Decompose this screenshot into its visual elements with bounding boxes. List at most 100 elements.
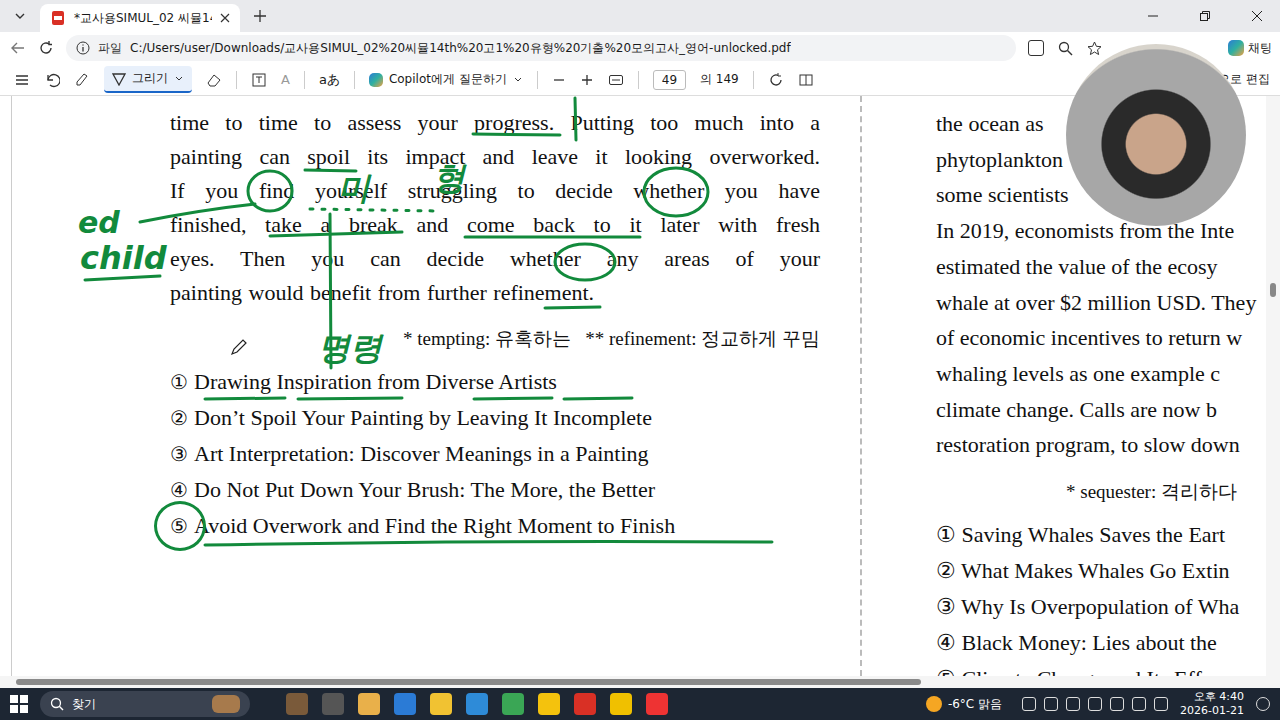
tray-icon[interactable] — [1154, 697, 1168, 711]
passage-line: In 2019, economists from the Inte — [936, 213, 1266, 249]
tray-icon[interactable] — [1132, 697, 1146, 711]
taskbar-app-icon[interactable] — [322, 693, 344, 715]
notification-icon[interactable] — [1256, 697, 1270, 711]
clock[interactable]: 오후 4:402026-01-21 — [1180, 690, 1244, 718]
option-text: Don’t Spoil Your Painting by Leaving It … — [194, 400, 652, 436]
taskbar-app-icon[interactable] — [610, 693, 632, 715]
back-arrow-icon[interactable] — [10, 40, 26, 56]
refresh-icon[interactable] — [38, 40, 54, 56]
weather-widget[interactable]: -6°C 맑음 — [926, 696, 1002, 713]
taskbar-app-icon[interactable] — [286, 693, 308, 715]
answer-option[interactable]: ③Art Interpretation: Discover Meanings i… — [170, 436, 860, 472]
browser-tab[interactable]: *교사용SIMUL_02 씨뮬14th 고1 유 — [40, 4, 240, 32]
passage-line: If you find yourself struggling to decid… — [170, 174, 820, 208]
toolbar-separator — [638, 71, 639, 89]
highlighter-icon[interactable] — [74, 72, 90, 88]
toolbar-separator — [236, 71, 237, 89]
taskbar-apps — [286, 693, 668, 715]
copilot-icon — [1228, 40, 1244, 56]
zoom-icon[interactable] — [1058, 41, 1073, 56]
contents-list-icon[interactable] — [14, 72, 30, 88]
read-mode-icon[interactable] — [1028, 40, 1044, 56]
scrollbar-thumb[interactable] — [16, 679, 921, 685]
text-tool[interactable]: A — [281, 72, 290, 87]
page-view-icon[interactable] — [798, 72, 814, 88]
restore-icon — [1199, 10, 1211, 22]
tray-icon[interactable] — [1066, 697, 1080, 711]
info-icon[interactable] — [76, 41, 90, 55]
rotate-icon[interactable] — [768, 72, 784, 88]
url-text: C:/Users/user/Downloads/교사용SIMUL_02%20씨뮬… — [130, 40, 791, 57]
fit-page-icon[interactable] — [608, 72, 624, 88]
copilot-chat-button[interactable]: 채팅 — [1228, 40, 1280, 57]
pencil-cursor-icon — [230, 338, 248, 356]
undo-icon[interactable] — [44, 72, 60, 88]
taskbar-app-icon[interactable] — [538, 693, 560, 715]
copilot-icon — [369, 73, 383, 87]
vertical-scrollbar[interactable] — [1266, 96, 1280, 676]
close-button[interactable] — [1234, 0, 1280, 32]
taskbar-app-icon[interactable] — [466, 693, 488, 715]
windows-start-icon[interactable] — [10, 695, 28, 713]
ask-copilot-label: Copilot에게 질문하기 — [389, 71, 507, 88]
minimize-icon — [1147, 10, 1159, 22]
taskbar: 찾기 -6°C 맑음 오후 4:402026-01-21 — [0, 688, 1280, 720]
taskbar-app-icon[interactable] — [394, 693, 416, 715]
toolbar-separator — [304, 71, 305, 89]
page-number-field[interactable]: 49 — [653, 70, 686, 90]
tray-icon[interactable] — [1044, 697, 1058, 711]
draw-label: 그리기 — [132, 70, 168, 87]
ink-circle — [555, 244, 615, 280]
text-box-icon[interactable] — [251, 72, 267, 88]
answer-option[interactable]: ① Saving Whales Saves the Eart — [936, 517, 1266, 553]
toolbar-separator — [354, 71, 355, 89]
answer-option[interactable]: ⑤ Climate Change and Its Effe — [936, 661, 1266, 676]
tab-title: *교사용SIMUL_02 씨뮬14th 고1 유 — [74, 10, 212, 27]
tray-icon[interactable] — [1088, 697, 1102, 711]
address-field[interactable]: 파일C:/Users/user/Downloads/교사용SIMUL_02%20… — [66, 35, 1016, 61]
answer-option[interactable]: ④Do Not Put Down Your Brush: The More, t… — [170, 472, 860, 508]
horizontal-scrollbar[interactable] — [0, 676, 1280, 688]
answer-option[interactable]: ②Don’t Spoil Your Painting by Leaving It… — [170, 400, 860, 436]
answer-option[interactable]: ③ Why Is Overpopulation of Wha — [936, 589, 1266, 625]
close-tab-icon[interactable] — [220, 13, 230, 23]
toolbar-separator — [537, 71, 538, 89]
ask-copilot-button[interactable]: Copilot에게 질문하기 — [369, 71, 523, 88]
ink-handwriting: ed — [78, 208, 120, 238]
zoom-in-icon[interactable] — [580, 73, 594, 87]
favorite-star-icon[interactable] — [1087, 41, 1102, 56]
passage-line: climate change. Calls are now b — [936, 392, 1266, 428]
weather-label: -6°C 맑음 — [948, 696, 1002, 713]
option-number: ⑤ — [170, 508, 188, 544]
passage-line: restoration program, to slow down — [936, 427, 1266, 463]
passage-line: eyes. Then you can decide whether any ar… — [170, 242, 820, 276]
answer-option[interactable]: ④ Black Money: Lies about the — [936, 625, 1266, 661]
browser-actions — [1028, 40, 1102, 56]
read-aloud-button[interactable]: aあ — [319, 71, 340, 89]
taskbar-app-icon[interactable] — [502, 693, 524, 715]
ink-circle — [644, 168, 708, 216]
taskbar-app-icon[interactable] — [646, 693, 668, 715]
zoom-out-icon[interactable] — [552, 73, 566, 87]
tray-icon[interactable] — [1110, 697, 1124, 711]
taskbar-app-icon[interactable] — [574, 693, 596, 715]
draw-button[interactable]: 그리기 — [104, 66, 192, 93]
answer-option[interactable]: ② What Makes Whales Go Extin — [936, 553, 1266, 589]
taskbar-app-icon[interactable] — [430, 693, 452, 715]
tray-icon[interactable] — [1022, 697, 1036, 711]
tab-list-button[interactable] — [6, 3, 34, 29]
taskbar-app-icon[interactable] — [358, 693, 380, 715]
maximize-button[interactable] — [1182, 0, 1228, 32]
plus-icon — [253, 9, 267, 23]
system-tray — [1022, 697, 1168, 711]
answer-option[interactable]: ①Drawing Inspiration from Diverse Artist… — [170, 364, 860, 400]
taskbar-search[interactable]: 찾기 — [40, 691, 250, 717]
eraser-icon[interactable] — [206, 72, 222, 88]
new-tab-button[interactable] — [246, 3, 274, 29]
option-text: Do Not Put Down Your Brush: The More, th… — [194, 472, 655, 508]
ink-circle — [248, 171, 292, 211]
minimize-button[interactable] — [1130, 0, 1176, 32]
scrollbar-thumb[interactable] — [1270, 283, 1276, 297]
answer-option[interactable]: ⑤Avoid Overwork and Find the Right Momen… — [170, 508, 860, 544]
ink-underline — [545, 307, 600, 308]
